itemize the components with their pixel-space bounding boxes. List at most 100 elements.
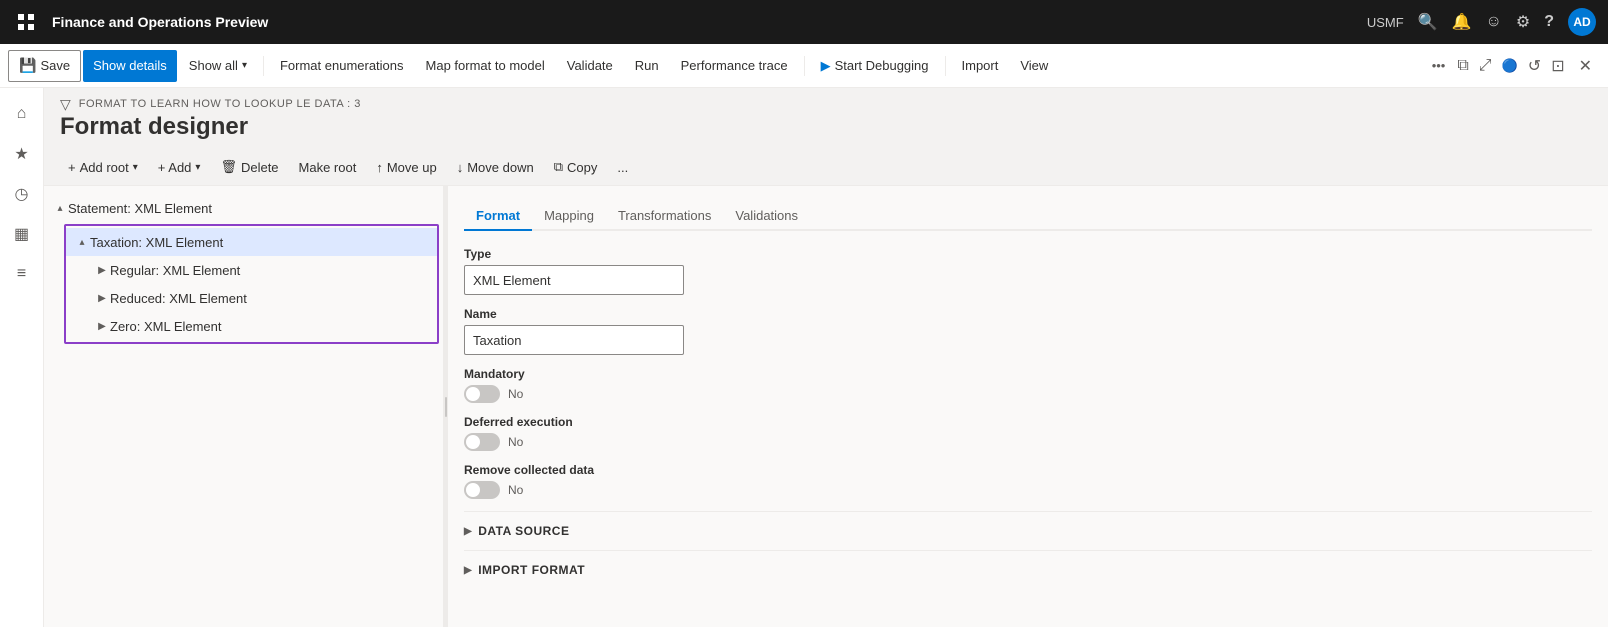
- add-root-button[interactable]: + Add root ▾: [60, 153, 146, 181]
- import-format-section: ▶ IMPORT FORMAT: [464, 550, 1592, 589]
- split-pane: ▴ Statement: XML Element ▴ Taxation: XML…: [44, 186, 1608, 627]
- search-icon[interactable]: 🔍: [1418, 12, 1438, 32]
- title-bar-right: USMF 🔍 🔔 ☺ ⚙ ? AD: [1367, 8, 1596, 36]
- main-layout: ⌂ ★ ◷ ▦ ≡ ▽ FORMAT TO LEARN HOW TO LOOKU…: [0, 88, 1608, 627]
- title-bar: Finance and Operations Preview USMF 🔍 🔔 …: [0, 0, 1608, 44]
- content-area: ▽ FORMAT TO LEARN HOW TO LOOKUP LE DATA …: [44, 88, 1608, 627]
- nav-clock-icon[interactable]: ◷: [4, 176, 40, 212]
- plus-icon: +: [68, 160, 76, 175]
- right-panel-tabs: Format Mapping Transformations Validatio…: [464, 202, 1592, 231]
- show-details-button[interactable]: Show details: [83, 50, 177, 82]
- selected-group-box: ▴ Taxation: XML Element ▶ Regular: XML E…: [64, 224, 439, 344]
- more-button[interactable]: ...: [609, 153, 636, 181]
- badge-icon[interactable]: 🔵: [1498, 54, 1522, 78]
- mandatory-value: No: [508, 387, 523, 401]
- name-label: Name: [464, 307, 1592, 321]
- refresh-icon[interactable]: ↺: [1524, 52, 1545, 80]
- map-format-to-model-button[interactable]: Map format to model: [416, 50, 555, 82]
- page-title: Format designer: [60, 113, 1592, 141]
- data-source-chevron-icon: ▶: [464, 526, 472, 537]
- arrow-up-icon: ↑: [376, 160, 383, 175]
- import-button[interactable]: Import: [952, 50, 1009, 82]
- start-debugging-button[interactable]: ▶ Start Debugging: [811, 50, 939, 82]
- tree-item-taxation[interactable]: ▴ Taxation: XML Element: [66, 228, 437, 256]
- performance-trace-button[interactable]: Performance trace: [671, 50, 798, 82]
- breadcrumb: FORMAT TO LEARN HOW TO LOOKUP LE DATA : …: [79, 98, 361, 110]
- copy-button[interactable]: ⧉ Copy: [546, 153, 606, 181]
- command-bar: 💾 Save Show details Show all ▾ Format en…: [0, 44, 1608, 88]
- move-up-button[interactable]: ↑ Move up: [368, 153, 444, 181]
- import-format-header[interactable]: ▶ IMPORT FORMAT: [464, 559, 1592, 581]
- nav-calendar-icon[interactable]: ▦: [4, 216, 40, 252]
- add-root-chevron-icon: ▾: [133, 162, 138, 173]
- resize-handle[interactable]: [444, 186, 448, 627]
- reduced-toggle-icon[interactable]: ▶: [94, 290, 110, 306]
- run-button[interactable]: Run: [625, 50, 669, 82]
- app-title: Finance and Operations Preview: [52, 14, 1355, 30]
- deferred-label: Deferred execution: [464, 415, 1592, 429]
- mandatory-toggle[interactable]: [464, 385, 500, 403]
- tree-item-reduced[interactable]: ▶ Reduced: XML Element: [66, 284, 437, 312]
- designer-toolbar: + Add root ▾ + Add ▾ 🗑 Delete Make root …: [44, 149, 1608, 186]
- tab-transformations[interactable]: Transformations: [606, 202, 723, 231]
- app-grid-icon[interactable]: [12, 8, 40, 36]
- data-source-header[interactable]: ▶ DATA SOURCE: [464, 520, 1592, 542]
- nav-star-icon[interactable]: ★: [4, 136, 40, 172]
- taxation-toggle-icon[interactable]: ▴: [74, 234, 90, 250]
- tab-mapping[interactable]: Mapping: [532, 202, 606, 231]
- mandatory-group: Mandatory No: [464, 367, 1592, 403]
- help-icon[interactable]: ?: [1544, 13, 1554, 31]
- tree-item-regular[interactable]: ▶ Regular: XML Element: [66, 256, 437, 284]
- tree-item-statement[interactable]: ▴ Statement: XML Element: [44, 194, 443, 222]
- save-button[interactable]: 💾 Save: [8, 50, 81, 82]
- type-input[interactable]: [464, 265, 684, 295]
- filter-icon[interactable]: ▽: [60, 96, 71, 113]
- debug-icon: ▶: [821, 58, 831, 74]
- user-label: USMF: [1367, 15, 1404, 30]
- arrow-down-icon: ↓: [457, 160, 464, 175]
- move-down-button[interactable]: ↓ Move down: [449, 153, 542, 181]
- layers-icon[interactable]: ⧉: [1453, 53, 1472, 79]
- name-field-group: Name: [464, 307, 1592, 355]
- make-root-button[interactable]: Make root: [291, 153, 365, 181]
- separator-2: [804, 56, 805, 76]
- tab-format[interactable]: Format: [464, 202, 532, 231]
- smiley-icon[interactable]: ☺: [1486, 13, 1502, 31]
- remove-collected-label: Remove collected data: [464, 463, 1592, 477]
- deferred-value: No: [508, 435, 523, 449]
- type-field-group: Type: [464, 247, 1592, 295]
- regular-toggle-icon[interactable]: ▶: [94, 262, 110, 278]
- format-enumerations-button[interactable]: Format enumerations: [270, 50, 414, 82]
- gear-icon[interactable]: ⚙: [1516, 12, 1530, 32]
- trash-icon: 🗑: [220, 159, 237, 175]
- avatar[interactable]: AD: [1568, 8, 1596, 36]
- add-button[interactable]: + Add ▾: [150, 153, 209, 181]
- view-button[interactable]: View: [1010, 50, 1058, 82]
- validate-button[interactable]: Validate: [557, 50, 623, 82]
- show-all-chevron-icon: ▾: [242, 60, 247, 71]
- name-input[interactable]: [464, 325, 684, 355]
- show-all-button[interactable]: Show all ▾: [179, 50, 257, 82]
- data-source-section: ▶ DATA SOURCE: [464, 511, 1592, 550]
- remove-collected-toggle[interactable]: [464, 481, 500, 499]
- separator-1: [263, 56, 264, 76]
- nav-home-icon[interactable]: ⌂: [4, 96, 40, 132]
- more-options-icon[interactable]: •••: [1426, 54, 1452, 77]
- deferred-toggle[interactable]: [464, 433, 500, 451]
- mandatory-toggle-row: No: [464, 385, 1592, 403]
- expand-icon[interactable]: ⤢: [1475, 53, 1496, 79]
- save-icon: 💾: [19, 57, 36, 74]
- statement-toggle-icon[interactable]: ▴: [52, 200, 68, 216]
- tab-validations[interactable]: Validations: [723, 202, 810, 231]
- zero-toggle-icon[interactable]: ▶: [94, 318, 110, 334]
- nav-list-icon[interactable]: ≡: [4, 256, 40, 292]
- delete-button[interactable]: 🗑 Delete: [212, 153, 286, 181]
- close-icon[interactable]: ✕: [1571, 52, 1600, 80]
- type-label: Type: [464, 247, 1592, 261]
- copy-icon: ⧉: [554, 159, 563, 175]
- deferred-group: Deferred execution No: [464, 415, 1592, 451]
- add-chevron-icon: ▾: [195, 162, 200, 173]
- popout-icon[interactable]: ⊡: [1547, 52, 1568, 80]
- bell-icon[interactable]: 🔔: [1452, 12, 1472, 32]
- tree-item-zero[interactable]: ▶ Zero: XML Element: [66, 312, 437, 340]
